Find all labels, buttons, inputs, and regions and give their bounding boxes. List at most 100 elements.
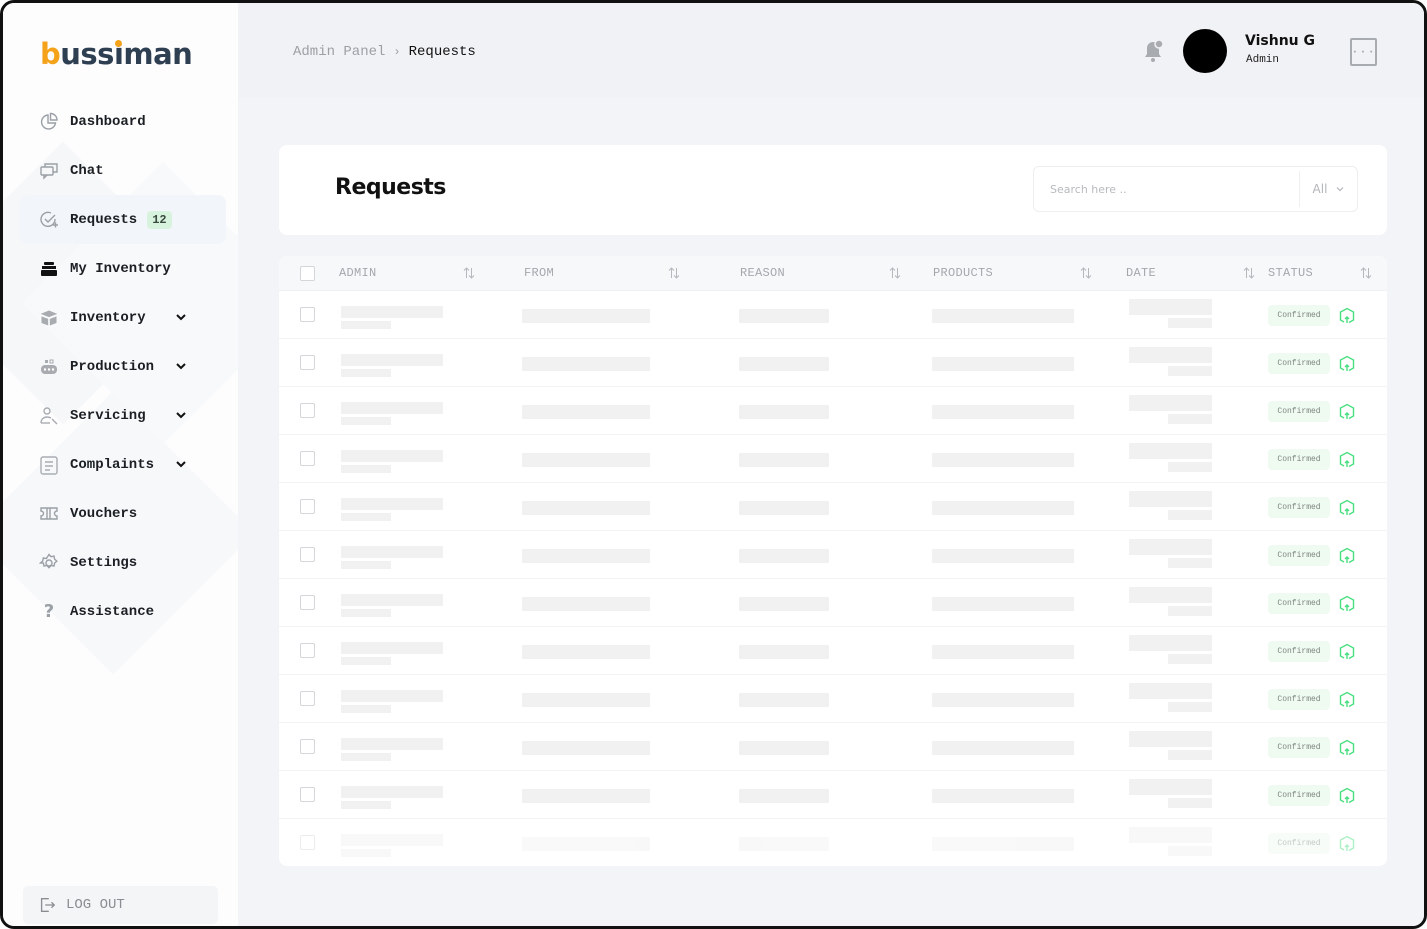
admin-skeleton (341, 354, 443, 366)
date-sub-skeleton (1168, 750, 1212, 760)
upload-sync-icon[interactable] (1339, 787, 1355, 804)
row-checkbox[interactable] (300, 451, 315, 466)
sidebar-item-dashboard[interactable]: Dashboard (19, 97, 226, 146)
column-header-reason[interactable]: REASON (740, 266, 785, 280)
status-badge: Confirmed (1268, 449, 1330, 470)
row-checkbox[interactable] (300, 547, 315, 562)
column-header-date[interactable]: DATE (1126, 266, 1156, 280)
row-checkbox[interactable] (300, 355, 315, 370)
sort-icon[interactable] (1080, 266, 1092, 280)
row-checkbox[interactable] (300, 403, 315, 418)
stack-icon (39, 259, 59, 279)
products-skeleton (932, 357, 1074, 371)
table-row[interactable]: Confirmed (279, 627, 1387, 675)
table-row[interactable]: Confirmed (279, 339, 1387, 387)
notification-bell-icon[interactable] (1141, 38, 1165, 64)
sidebar-item-production[interactable]: Production (19, 342, 226, 391)
table-row[interactable]: Confirmed (279, 291, 1387, 339)
column-header-admin[interactable]: ADMIN (339, 266, 377, 280)
table-row[interactable]: Confirmed (279, 483, 1387, 531)
gear-icon (39, 552, 59, 573)
table-row[interactable]: Confirmed (279, 819, 1387, 866)
upload-sync-icon[interactable] (1339, 595, 1355, 612)
row-checkbox[interactable] (300, 835, 315, 850)
sidebar-item-my-inventory[interactable]: My Inventory (19, 244, 226, 293)
admin-sub-skeleton (341, 369, 391, 377)
breadcrumb-root[interactable]: Admin Panel (293, 44, 385, 60)
sort-icon[interactable] (1243, 266, 1255, 280)
table-row[interactable]: Confirmed (279, 435, 1387, 483)
status-badge: Confirmed (1268, 353, 1330, 374)
date-skeleton (1129, 731, 1212, 747)
sidebar-item-label: Assistance (70, 603, 155, 620)
chevron-down-icon[interactable] (174, 457, 188, 471)
upload-sync-icon[interactable] (1339, 547, 1355, 564)
sort-icon[interactable] (463, 266, 475, 280)
from-skeleton (522, 501, 650, 515)
chevron-down-icon[interactable] (174, 359, 188, 373)
row-checkbox[interactable] (300, 595, 315, 610)
sidebar-item-assistance[interactable]: ? Assistance (19, 587, 226, 636)
production-robot-icon (39, 357, 59, 377)
requests-table: ADMIN FROM REASON PRODUCTS DATE STATUS C… (279, 256, 1387, 866)
user-avatar[interactable] (1183, 29, 1227, 73)
select-all-checkbox[interactable] (300, 266, 315, 281)
sidebar-item-servicing[interactable]: Servicing (19, 391, 226, 440)
row-checkbox[interactable] (300, 691, 315, 706)
sort-icon[interactable] (1360, 266, 1372, 280)
status-filter-select[interactable]: All (1300, 167, 1358, 211)
table-row[interactable]: Confirmed (279, 387, 1387, 435)
more-options-button[interactable]: ··· (1350, 38, 1377, 66)
chevron-down-icon[interactable] (174, 408, 188, 422)
sidebar-item-vouchers[interactable]: Vouchers (19, 489, 226, 538)
question-icon: ? (43, 601, 55, 622)
table-row[interactable]: Confirmed (279, 579, 1387, 627)
sidebar-item-requests[interactable]: Requests 12 (19, 195, 226, 244)
logout-button[interactable]: LOG OUT (23, 886, 218, 924)
date-sub-skeleton (1168, 606, 1212, 616)
date-sub-skeleton (1168, 510, 1212, 520)
chevron-down-icon[interactable] (174, 310, 188, 324)
row-checkbox[interactable] (300, 499, 315, 514)
box-icon (39, 308, 59, 328)
row-checkbox[interactable] (300, 307, 315, 322)
sidebar-item-inventory[interactable]: Inventory (19, 293, 226, 342)
table-row[interactable]: Confirmed (279, 531, 1387, 579)
from-skeleton (522, 645, 650, 659)
sidebar-item-complaints[interactable]: Complaints (19, 440, 226, 489)
date-sub-skeleton (1168, 414, 1212, 424)
upload-sync-icon[interactable] (1339, 643, 1355, 660)
upload-sync-icon[interactable] (1339, 403, 1355, 420)
upload-sync-icon[interactable] (1339, 355, 1355, 372)
app-logo[interactable]: bussi man (40, 37, 193, 71)
table-row[interactable]: Confirmed (279, 771, 1387, 819)
row-checkbox[interactable] (300, 643, 315, 658)
pie-chart-icon (39, 112, 59, 132)
status-badge: Confirmed (1268, 689, 1330, 710)
upload-sync-icon[interactable] (1339, 451, 1355, 468)
column-header-status[interactable]: STATUS (1268, 266, 1313, 280)
table-row[interactable]: Confirmed (279, 675, 1387, 723)
from-skeleton (522, 405, 650, 419)
date-skeleton (1129, 299, 1212, 315)
sidebar-item-chat[interactable]: Chat (19, 146, 226, 195)
date-skeleton (1129, 779, 1212, 795)
sidebar-item-label: Vouchers (70, 505, 138, 522)
column-header-from[interactable]: FROM (524, 266, 554, 280)
column-header-products[interactable]: PRODUCTS (933, 266, 993, 280)
upload-sync-icon[interactable] (1339, 691, 1355, 708)
upload-sync-icon[interactable] (1339, 835, 1355, 852)
sort-icon[interactable] (668, 266, 680, 280)
upload-sync-icon[interactable] (1339, 739, 1355, 756)
row-checkbox[interactable] (300, 739, 315, 754)
upload-sync-icon[interactable] (1339, 307, 1355, 324)
sort-icon[interactable] (889, 266, 901, 280)
filter-selected-value: All (1312, 182, 1328, 196)
search-input[interactable] (1035, 168, 1297, 210)
row-checkbox[interactable] (300, 787, 315, 802)
sidebar-item-settings[interactable]: Settings (19, 538, 226, 587)
table-row[interactable]: Confirmed (279, 723, 1387, 771)
upload-sync-icon[interactable] (1339, 499, 1355, 516)
from-skeleton (522, 693, 650, 707)
admin-skeleton (341, 306, 443, 318)
